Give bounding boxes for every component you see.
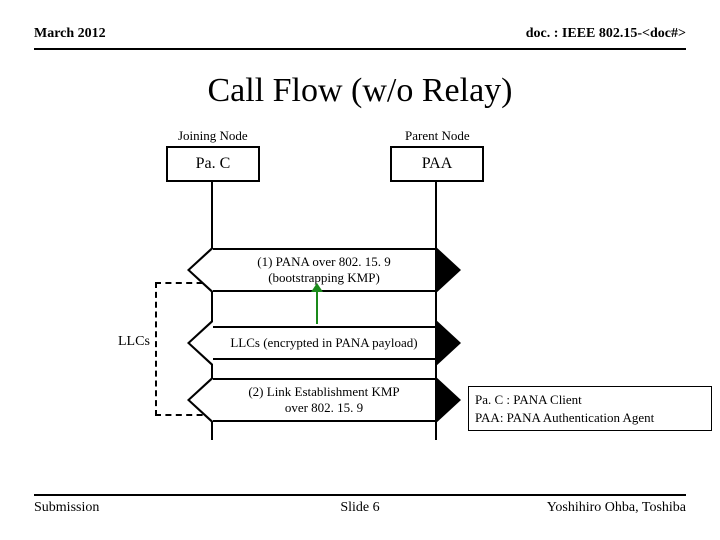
footer-center: Slide 6 <box>34 500 686 516</box>
legend-pac: Pa. C : PANA Client <box>475 391 705 409</box>
llcs-label: LLCs <box>118 334 150 350</box>
joining-node-label: Joining Node <box>178 128 248 144</box>
header-date: March 2012 <box>34 26 106 42</box>
arrow-link-kmp-text: (2) Link Establishment KMP over 802. 15.… <box>248 384 399 415</box>
legend-paa: PAA: PANA Authentication Agent <box>475 409 705 427</box>
arrow-llcs-encrypted-text: LLCs (encrypted in PANA payload) <box>230 335 417 351</box>
parent-node-label: Parent Node <box>405 128 470 144</box>
paa-box-text: PAA <box>422 155 453 173</box>
slide: March 2012 doc. : IEEE 802.15-<doc#> Cal… <box>0 0 720 540</box>
paa-box: PAA <box>390 146 484 182</box>
header: March 2012 doc. : IEEE 802.15-<doc#> <box>34 26 686 42</box>
slide-title: Call Flow (w/o Relay) <box>0 72 720 110</box>
pac-box: Pa. C <box>166 146 260 182</box>
arrow-llcs-encrypted: LLCs (encrypted in PANA payload) <box>213 326 435 360</box>
footer-rule <box>34 494 686 496</box>
pac-box-text: Pa. C <box>196 155 231 173</box>
legend-box: Pa. C : PANA Client PAA: PANA Authentica… <box>468 386 712 431</box>
footer: Submission Slide 6 Yoshihiro Ohba, Toshi… <box>34 500 686 516</box>
header-rule <box>34 48 686 50</box>
green-pointer-icon <box>316 290 318 324</box>
arrow-link-kmp: (2) Link Establishment KMP over 802. 15.… <box>213 378 435 422</box>
header-doc: doc. : IEEE 802.15-<doc#> <box>526 26 686 42</box>
arrow-pana-bootstrap-text: (1) PANA over 802. 15. 9 (bootstrapping … <box>257 254 391 285</box>
arrow-pana-bootstrap: (1) PANA over 802. 15. 9 (bootstrapping … <box>213 248 435 292</box>
